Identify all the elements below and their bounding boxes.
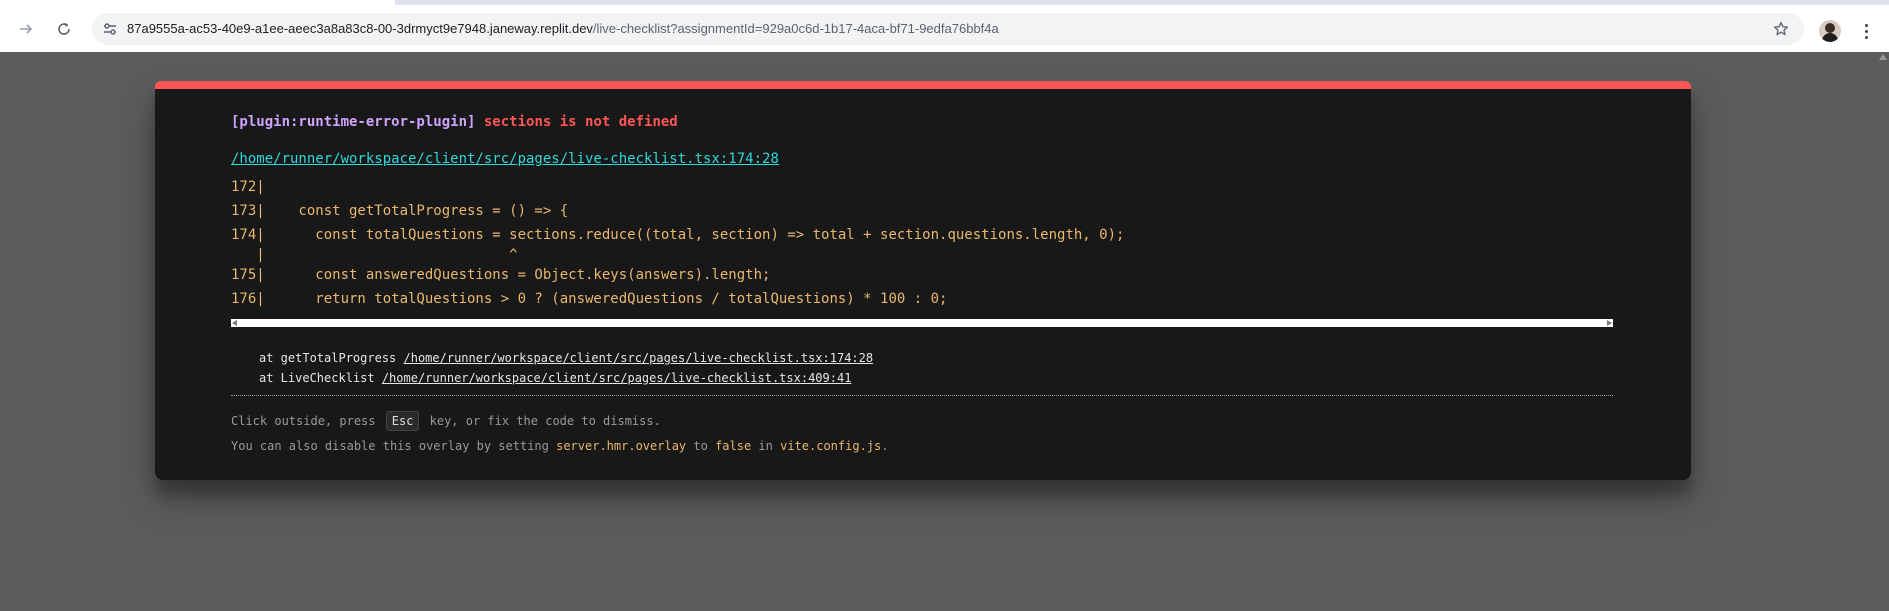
error-file-link[interactable]: /home/runner/workspace/client/src/pages/… bbox=[231, 151, 779, 167]
scrollbar-up-arrow-icon[interactable] bbox=[1879, 54, 1887, 60]
tip-text: in bbox=[751, 439, 781, 453]
config-file: vite.config.js bbox=[780, 439, 882, 453]
overlay-config-tip: You can also disable this overlay by set… bbox=[231, 436, 888, 456]
star-icon[interactable] bbox=[1770, 18, 1792, 40]
url-path: /live-checklist?assignmentId=929a0c6d-1b… bbox=[592, 21, 999, 36]
plugin-name: [plugin:runtime-error-plugin] bbox=[231, 114, 476, 130]
stack-frame: at getTotalProgress /home/runner/workspa… bbox=[259, 348, 873, 368]
arrow-forward-icon[interactable] bbox=[12, 15, 40, 43]
config-value: false bbox=[715, 439, 752, 453]
tip-text: to bbox=[686, 439, 716, 453]
stack-frame-link[interactable]: /home/runner/workspace/client/src/pages/… bbox=[404, 351, 874, 365]
tip-text: Click outside, press bbox=[231, 414, 383, 428]
scroll-left-icon[interactable] bbox=[232, 320, 237, 326]
divider bbox=[231, 395, 1613, 396]
stack-frame-prefix: at getTotalProgress bbox=[259, 351, 404, 365]
code-line: 175| const answeredQuestions = Object.ke… bbox=[231, 267, 771, 283]
stack-frame: at LiveChecklist /home/runner/workspace/… bbox=[259, 368, 873, 388]
code-frame-scrollbar[interactable] bbox=[231, 319, 1613, 327]
config-setting: server.hmr.overlay bbox=[556, 439, 687, 453]
stack-frame-link[interactable]: /home/runner/workspace/client/src/pages/… bbox=[382, 371, 852, 385]
stack-frame-prefix: at LiveChecklist bbox=[259, 371, 382, 385]
code-line: 172| bbox=[231, 179, 265, 195]
error-text: sections is not defined bbox=[483, 114, 678, 130]
reload-icon[interactable] bbox=[50, 15, 78, 43]
code-line: 176| return totalQuestions > 0 ? (answer… bbox=[231, 291, 948, 307]
tip-text: . bbox=[881, 439, 889, 453]
tip-text: You can also disable this overlay by set… bbox=[231, 439, 557, 453]
url-text[interactable]: 87a9555a-ac53-40e9-a1ee-aeec3a8a83c8-00-… bbox=[127, 21, 999, 36]
stack-trace: at getTotalProgress /home/runner/workspa… bbox=[259, 348, 873, 388]
esc-key: Esc bbox=[385, 411, 420, 431]
dismiss-tip: Click outside, press Esc key, or fix the… bbox=[231, 411, 661, 431]
code-line: 174| const totalQuestions = sections.red… bbox=[231, 227, 1125, 243]
code-frame: 172| 173| const getTotalProgress = () =>… bbox=[231, 175, 1612, 321]
error-overlay: [plugin:runtime-error-plugin] sections i… bbox=[155, 81, 1691, 480]
address-bar[interactable]: 87a9555a-ac53-40e9-a1ee-aeec3a8a83c8-00-… bbox=[92, 13, 1804, 45]
error-message: [plugin:runtime-error-plugin] sections i… bbox=[231, 114, 678, 130]
tune-icon[interactable] bbox=[98, 17, 122, 41]
code-line-caret: | ^ bbox=[231, 247, 518, 263]
scroll-right-icon[interactable] bbox=[1607, 320, 1612, 326]
avatar[interactable] bbox=[1819, 20, 1841, 42]
code-line: 173| const getTotalProgress = () => { bbox=[231, 203, 569, 219]
url-host: 87a9555a-ac53-40e9-a1ee-aeec3a8a83c8-00-… bbox=[127, 21, 593, 36]
browser-toolbar: 87a9555a-ac53-40e9-a1ee-aeec3a8a83c8-00-… bbox=[0, 5, 1889, 52]
tip-text: key, or fix the code to dismiss. bbox=[422, 414, 661, 428]
kebab-menu-icon[interactable] bbox=[1858, 19, 1874, 43]
